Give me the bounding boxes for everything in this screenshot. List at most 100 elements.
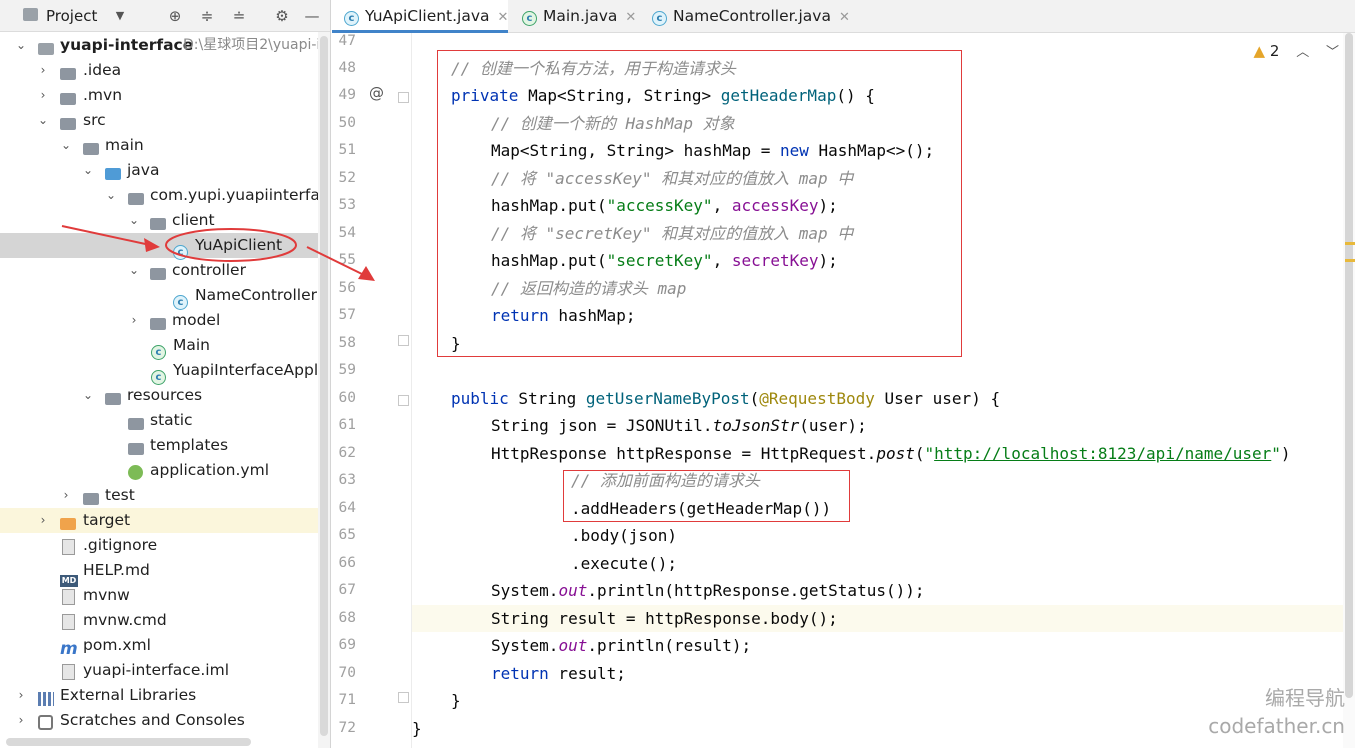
chevron-right-icon[interactable]: › <box>36 508 50 533</box>
chevron-right-icon[interactable]: › <box>36 83 50 108</box>
code-text: .println(httpResponse.getStatus()); <box>587 581 925 600</box>
gear-icon[interactable]: ⚙ <box>272 6 292 26</box>
chevron-down-icon[interactable]: ⌄ <box>36 108 50 133</box>
tab-main[interactable]: c Main.java ✕ <box>512 0 640 33</box>
tree-item-test[interactable]: › test <box>0 483 330 508</box>
tree-item-scratches[interactable]: › Scratches and Consoles <box>0 708 330 733</box>
code-line-67[interactable]: System.out.println(httpResponse.getStatu… <box>412 577 1343 604</box>
chevron-down-icon[interactable]: ⌄ <box>59 133 73 158</box>
warning-stripe-marker[interactable] <box>1345 242 1355 245</box>
chevron-up-icon[interactable]: ︿ <box>1296 45 1309 60</box>
fold-marker[interactable] <box>398 92 409 103</box>
fold-marker[interactable] <box>398 395 409 406</box>
scrollbar-thumb[interactable] <box>1345 33 1353 698</box>
chevron-right-icon[interactable]: › <box>14 708 28 733</box>
project-view-icon[interactable] <box>20 6 40 26</box>
tree-item-mvnw[interactable]: mvnw <box>0 583 330 608</box>
tab-namecontroller[interactable]: c NameController.java ✕ <box>642 0 857 33</box>
code-url-link[interactable]: http://localhost:8123/api/name/user <box>934 444 1271 463</box>
tree-item-project-root[interactable]: ⌄ yuapi-interface D:\星球项目2\yuapi-i <box>0 33 330 58</box>
project-panel-header: Project ▼ ⊕ ≑ ≐ ⚙ — <box>0 0 330 32</box>
tree-item-application-yml[interactable]: application.yml <box>0 458 330 483</box>
tree-item-templates[interactable]: templates <box>0 433 330 458</box>
chevron-down-icon[interactable]: ⌄ <box>127 258 141 283</box>
fold-marker[interactable] <box>398 335 409 346</box>
close-icon[interactable]: ✕ <box>625 10 636 25</box>
code-line-70[interactable]: return result; <box>412 660 1343 687</box>
tree-item-namecontroller[interactable]: c NameController <box>0 283 330 310</box>
project-vertical-scrollbar[interactable] <box>318 32 330 748</box>
chevron-right-icon[interactable]: › <box>127 308 141 333</box>
tree-item-static[interactable]: static <box>0 408 330 433</box>
tree-item-client[interactable]: ⌄ client <box>0 208 330 233</box>
tree-item-src[interactable]: ⌄ src <box>0 108 330 133</box>
code-text: ) <box>1280 444 1291 463</box>
tree-item-label: client <box>172 211 215 229</box>
locate-target-icon[interactable]: ⊕ <box>165 6 185 26</box>
line-number: 62 <box>338 445 356 461</box>
tree-item-application-class[interactable]: c YuapiInterfaceApplica <box>0 358 330 385</box>
tree-item-yuapiclient[interactable]: c YuApiClient <box>0 233 330 260</box>
code-line-65[interactable]: .body(json) <box>412 522 1343 549</box>
tree-item-pom-xml[interactable]: m pom.xml <box>0 633 330 658</box>
libraries-icon <box>38 689 54 706</box>
tree-item-label: yuapi-interface.iml <box>83 661 230 679</box>
tree-item-java[interactable]: ⌄ java <box>0 158 330 183</box>
chevron-down-icon[interactable]: ▼ <box>110 6 130 26</box>
tree-item-mvnw-cmd[interactable]: mvnw.cmd <box>0 608 330 633</box>
tree-item-label: controller <box>172 261 246 279</box>
tree-item-idea[interactable]: › .idea <box>0 58 330 83</box>
overridden-method-icon[interactable]: @ <box>369 84 384 102</box>
close-icon[interactable]: ✕ <box>839 10 850 25</box>
minimize-icon[interactable]: — <box>302 6 322 26</box>
resources-folder-icon <box>105 388 121 405</box>
code-line-68-current[interactable]: String result = httpResponse.body(); <box>412 605 1343 632</box>
tree-item-mvn[interactable]: › .mvn <box>0 83 330 108</box>
inspection-widget[interactable]: ▲ 2 ︿ ﹀ <box>1254 41 1339 60</box>
fold-marker[interactable] <box>398 692 409 703</box>
tree-item-main-class[interactable]: c Main <box>0 333 330 360</box>
chevron-down-icon[interactable]: ﹀ <box>1326 45 1339 60</box>
code-line-62[interactable]: HttpResponse httpResponse = HttpRequest.… <box>412 440 1343 467</box>
tree-item-controller[interactable]: ⌄ controller <box>0 258 330 283</box>
code-line-60[interactable]: public String getUserNameByPost(@Request… <box>412 385 1343 412</box>
chevron-right-icon[interactable]: › <box>36 58 50 83</box>
code-line-64[interactable]: .addHeaders(getHeaderMap()) <box>412 495 1343 522</box>
tree-item-target[interactable]: › target <box>0 508 330 533</box>
tree-item-label: target <box>83 511 131 529</box>
code-line-69[interactable]: System.out.println(result); <box>412 632 1343 659</box>
tree-item-label: java <box>127 161 160 179</box>
tree-item-model[interactable]: › model <box>0 308 330 333</box>
code-line-66[interactable]: .execute(); <box>412 550 1343 577</box>
collapse-all-icon[interactable]: ≐ <box>229 6 249 26</box>
chevron-down-icon[interactable]: ⌄ <box>81 383 95 408</box>
tree-item-gitignore[interactable]: .gitignore <box>0 533 330 558</box>
chevron-down-icon[interactable]: ⌄ <box>14 33 28 58</box>
tree-item-help-md[interactable]: MD HELP.md <box>0 558 330 587</box>
close-icon[interactable]: ✕ <box>498 10 509 25</box>
chevron-right-icon[interactable]: › <box>14 683 28 708</box>
tab-yuapiclient[interactable]: c YuApiClient.java ✕ <box>332 0 508 33</box>
tree-item-external-libraries[interactable]: › External Libraries <box>0 683 330 708</box>
expand-all-icon[interactable]: ≑ <box>197 6 217 26</box>
project-panel-title[interactable]: Project <box>46 7 97 25</box>
chevron-down-icon[interactable]: ⌄ <box>104 183 118 208</box>
chevron-down-icon[interactable]: ⌄ <box>127 208 141 233</box>
line-number: 52 <box>338 170 356 186</box>
chevron-down-icon[interactable]: ⌄ <box>81 158 95 183</box>
code-line-71[interactable]: } <box>412 687 1343 714</box>
tree-item-label: YuApiClient <box>195 236 283 254</box>
project-horizontal-scrollbar[interactable] <box>6 738 251 746</box>
scrollbar-thumb[interactable] <box>320 36 328 736</box>
tree-item-main[interactable]: ⌄ main <box>0 133 330 158</box>
editor-gutter[interactable]: 47 48 49 50 51 52 53 54 55 56 57 58 59 6… <box>332 33 412 748</box>
tree-item-package-root[interactable]: ⌄ com.yupi.yuapiinterface <box>0 183 330 208</box>
code-line-63[interactable]: // 添加前面构造的请求头 <box>412 467 1343 494</box>
tree-item-resources[interactable]: ⌄ resources <box>0 383 330 408</box>
editor-vertical-scrollbar[interactable] <box>1343 33 1355 748</box>
tree-item-iml[interactable]: yuapi-interface.iml <box>0 658 330 683</box>
code-line-72[interactable]: } <box>412 715 1343 742</box>
chevron-right-icon[interactable]: › <box>59 483 73 508</box>
code-line-61[interactable]: String json = JSONUtil.toJsonStr(user); <box>412 412 1343 439</box>
warning-stripe-marker[interactable] <box>1345 259 1355 262</box>
